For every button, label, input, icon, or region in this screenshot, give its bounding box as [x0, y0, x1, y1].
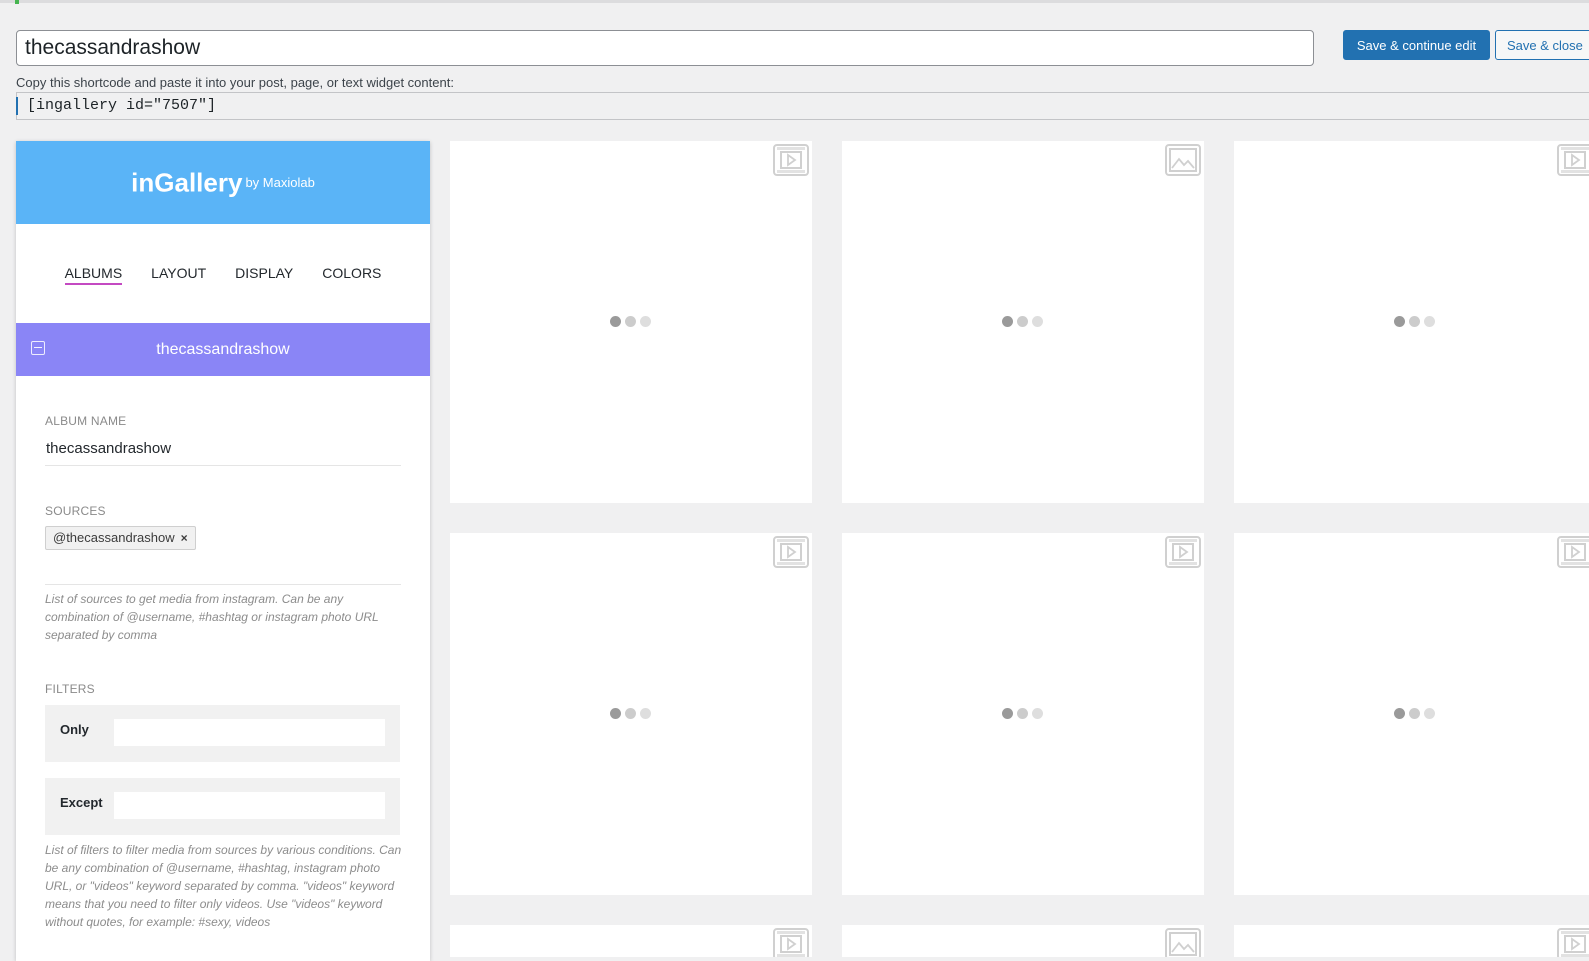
video-icon	[773, 928, 809, 957]
gallery-tile[interactable]	[450, 925, 812, 957]
sources-label: SOURCES	[45, 504, 106, 518]
collapse-icon[interactable]	[31, 341, 45, 355]
album-name-label: ALBUM NAME	[45, 414, 127, 428]
gallery-title-input[interactable]	[16, 30, 1314, 66]
loading-dot	[610, 316, 621, 327]
progress-indicator	[15, 0, 19, 4]
loading-dot	[1032, 316, 1043, 327]
loading-indicator	[610, 316, 652, 328]
gallery-tile[interactable]	[842, 141, 1204, 503]
album-header[interactable]: thecassandrashow	[16, 323, 430, 376]
loading-dot	[1394, 316, 1405, 327]
loading-dot	[1002, 708, 1013, 719]
tab-layout[interactable]: LAYOUT	[151, 262, 206, 285]
loading-dot	[1002, 316, 1013, 327]
album-name-underline	[45, 465, 401, 466]
gallery-tile[interactable]	[1234, 925, 1589, 957]
gallery-tile[interactable]	[450, 141, 812, 503]
filters-label: FILTERS	[45, 682, 95, 696]
settings-panel: inGallery by Maxiolab ALBUMS LAYOUT DISPL…	[16, 141, 430, 961]
loading-dot	[640, 708, 651, 719]
settings-tabs: ALBUMS LAYOUT DISPLAY COLORS	[16, 224, 430, 323]
loading-indicator	[1002, 708, 1044, 720]
shortcode-field[interactable]: [ingallery id="7507"]	[16, 92, 1589, 120]
filters-help-text: List of filters to filter media from sou…	[45, 843, 402, 929]
gallery-tile[interactable]	[450, 533, 812, 895]
gallery-tile[interactable]	[842, 925, 1204, 957]
loading-dot	[610, 708, 621, 719]
video-icon	[1165, 536, 1201, 568]
image-icon	[1165, 144, 1201, 176]
loading-indicator	[1002, 316, 1044, 328]
filter-except: Except	[45, 778, 400, 835]
video-icon	[1557, 928, 1589, 957]
save-continue-button[interactable]: Save & continue edit	[1343, 30, 1490, 60]
loading-dot	[625, 316, 636, 327]
shortcode-label: Copy this shortcode and paste it into yo…	[16, 75, 454, 90]
image-icon	[1165, 928, 1201, 957]
loading-dot	[1424, 708, 1435, 719]
video-icon	[1557, 144, 1589, 176]
filter-only: Only	[45, 705, 400, 762]
tab-display[interactable]: DISPLAY	[235, 262, 293, 285]
video-icon	[773, 536, 809, 568]
source-tag[interactable]: @thecassandrashow ×	[45, 526, 196, 550]
panel-header: inGallery by Maxiolab	[16, 141, 430, 224]
tab-albums[interactable]: ALBUMS	[64, 262, 123, 285]
loading-dot	[1424, 316, 1435, 327]
filter-only-input[interactable]	[114, 719, 385, 746]
loading-dot	[1409, 708, 1420, 719]
loading-indicator	[1394, 316, 1436, 328]
loading-dot	[1017, 708, 1028, 719]
text-caret	[16, 97, 18, 115]
remove-tag-icon[interactable]: ×	[181, 531, 188, 545]
album-name-input[interactable]: thecassandrashow	[46, 440, 171, 457]
filter-except-input[interactable]	[114, 792, 385, 819]
sources-underline	[45, 584, 401, 585]
filter-except-label: Except	[60, 795, 103, 810]
video-icon	[773, 144, 809, 176]
gallery-tile[interactable]	[842, 533, 1204, 895]
filter-only-label: Only	[60, 722, 89, 737]
source-tag-label: @thecassandrashow	[53, 530, 175, 545]
tab-colors[interactable]: COLORS	[322, 262, 381, 285]
loading-indicator	[610, 708, 652, 720]
loading-dot	[1032, 708, 1043, 719]
brand-logo: inGallery	[131, 167, 243, 198]
loading-dot	[1394, 708, 1405, 719]
loading-dot	[640, 316, 651, 327]
loading-dot	[1017, 316, 1028, 327]
sources-help-text: List of sources to get media from instag…	[45, 592, 379, 642]
loading-indicator	[1394, 708, 1436, 720]
gallery-tile[interactable]	[1234, 141, 1589, 503]
brand-byline: by Maxiolab	[245, 175, 315, 191]
album-title: thecassandrashow	[156, 341, 290, 358]
save-close-button[interactable]: Save & close	[1495, 30, 1589, 60]
video-icon	[1557, 536, 1589, 568]
loading-dot	[625, 708, 636, 719]
loading-dot	[1409, 316, 1420, 327]
gallery-tile[interactable]	[1234, 533, 1589, 895]
top-border	[0, 0, 1589, 3]
